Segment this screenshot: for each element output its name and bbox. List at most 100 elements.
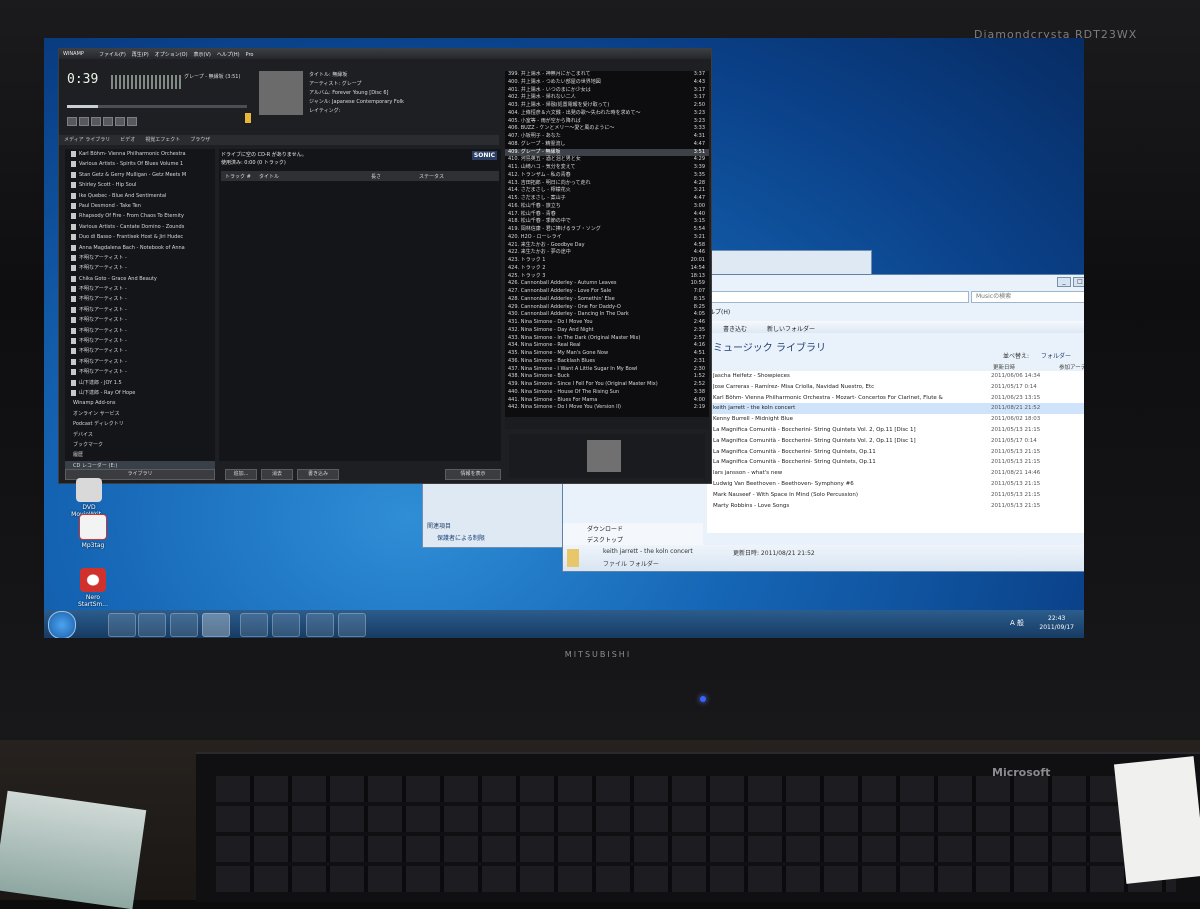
library-tab[interactable]: メディア ライブラリ [59, 135, 115, 144]
column-track-number[interactable]: トラック # [225, 173, 251, 180]
folder-row[interactable]: La Magnifica Comunità - Boccherini- Stri… [707, 425, 1084, 436]
library-tree-item[interactable]: ブックマーク [65, 440, 215, 450]
next-button[interactable] [115, 117, 125, 126]
column-status[interactable]: ステータス [419, 173, 444, 180]
ime-indicator[interactable]: A 般 [1010, 618, 1024, 628]
playlist-row[interactable]: 434. Nina Simone - Real Real 4:16 [505, 342, 709, 350]
folder-row[interactable]: La Magnifica Comunità - Boccherini- Stri… [707, 436, 1084, 447]
nav-item[interactable]: ダウンロード [563, 523, 703, 534]
playlist-row[interactable]: 433. Nina Simone - In The Dark (Original… [505, 335, 709, 343]
library-tree-item[interactable]: Rhapsody Of Fire - From Chaos To Eternit… [65, 211, 215, 221]
column-header-artist[interactable]: 参加アーティ [1059, 363, 1084, 371]
desktop-icon-dvd-moviewriter[interactable]: DVD MovieWrit... [66, 478, 112, 518]
library-tree-item[interactable]: 不明なアーティスト - [65, 346, 215, 356]
playlist-row[interactable]: 412. トランザム - 私の青春 3:35 [505, 172, 709, 180]
winamp-window[interactable]: WINAMP ファイル(F) 再生(P) オプション(O) 表示(V) ヘルプ(H) Pr… [58, 48, 712, 484]
folder-row[interactable]: lars jansson - what's new 2011/08/21 14:4… [707, 468, 1084, 479]
new-folder-button[interactable]: 新しいフォルダー [767, 324, 815, 333]
library-tree-item[interactable]: Podcast ディレクトリ [65, 419, 215, 429]
show-info-button[interactable]: 情報を表示 [445, 469, 501, 480]
add-button[interactable]: 追加... [225, 469, 257, 480]
burn-button[interactable]: 書き込む [723, 324, 747, 333]
playlist-row[interactable]: 442. Nina Simone - Do I Move You (Versio… [505, 404, 709, 412]
pause-button[interactable] [91, 117, 101, 126]
explorer-folder-icon[interactable] [138, 613, 166, 637]
playlist-row[interactable]: 424. トラック 2 14:54 [505, 265, 709, 273]
clear-button[interactable]: 消去 [261, 469, 293, 480]
burn-cd-button[interactable]: 書き込み [297, 469, 339, 480]
playlist-row[interactable]: 440. Nina Simone - House Of The Rising S… [505, 389, 709, 397]
winamp-titlebar[interactable]: WINAMP ファイル(F) 再生(P) オプション(O) 表示(V) ヘルプ(H) Pr… [59, 49, 711, 59]
playlist-row[interactable]: 436. Nina Simone - Backlash Blues 2:31 [505, 358, 709, 366]
playlist-row[interactable]: 399. 井上陽水 - 神無月にかこまれて 3:37 [505, 71, 709, 79]
playlist-row[interactable]: 441. Nina Simone - Blues For Mama 4:00 [505, 397, 709, 405]
start-button[interactable] [48, 611, 76, 638]
library-tree-item[interactable]: Paul Desmond - Take Ten [65, 201, 215, 211]
internet-explorer-icon[interactable] [108, 613, 136, 637]
library-tree-item[interactable]: Chika Goto - Grace And Beauty [65, 274, 215, 284]
playlist-row[interactable]: 420. H2O - ローレライ 3:21 [505, 234, 709, 242]
playlist-row[interactable]: 428. Cannonball Adderley - Somethin' Els… [505, 296, 709, 304]
library-tree-item[interactable]: Shirley Scott - Hip Soul [65, 180, 215, 190]
play-button[interactable] [79, 117, 89, 126]
column-length[interactable]: 長さ [371, 173, 381, 180]
library-tab[interactable]: ブラウザ [185, 135, 215, 144]
playlist-row[interactable]: 414. さだまさし - 檸檬花火 3:21 [505, 187, 709, 195]
address-bar[interactable]: Music [683, 291, 969, 303]
playlist-row[interactable]: 425. トラック 3 18:13 [505, 273, 709, 281]
playlist-row[interactable]: 431. Nina Simone - Do I Move You 2:46 [505, 319, 709, 327]
library-tree-item[interactable]: 不明なアーティスト - [65, 367, 215, 377]
eject-button[interactable] [127, 117, 137, 126]
desktop-icon-mp3tag[interactable]: Mp3tag [70, 514, 116, 549]
library-tree-item[interactable]: Duo di Basso - Frantisek Host & Jiri Hud… [65, 232, 215, 242]
folder-row[interactable]: La Magnifica Comunità - Boccherini- Stri… [707, 447, 1084, 458]
library-tree-item[interactable]: オンライン サービス [65, 409, 215, 419]
playlist-row[interactable]: 419. 岡林信康 - 君に捧げるラブ・ソング 5:54 [505, 226, 709, 234]
library-tree-item[interactable]: Karl Böhm- Vienna Philharmonic Orchestra [65, 149, 215, 159]
folder-row[interactable]: keith jarrett - the koln concert 2011/08/… [707, 403, 1084, 415]
playlist-row[interactable]: 406. BUZZ - ケンとメリー～愛と風のように～ 3:33 [505, 125, 709, 133]
library-tree-item[interactable]: 不明なアーティスト - [65, 284, 215, 294]
playlist-row[interactable]: 410. 河島英五 - 酒と泪と男と女 4:29 [505, 156, 709, 164]
playlist-row[interactable]: 402. 井上陽水 - 帰れない二人 3:17 [505, 94, 709, 102]
playlist-row[interactable]: 411. 山崎ハコ - 気分を変えて 3:39 [505, 164, 709, 172]
seek-bar[interactable] [67, 105, 247, 108]
playlist-row[interactable]: 423. トラック 1 20:01 [505, 257, 709, 265]
folder-row[interactable]: Marty Robbins - Love Songs 2011/05/13 21:… [707, 501, 1084, 512]
winamp-menu-item[interactable]: 表示(V) [194, 52, 211, 58]
playlist-row[interactable]: 418. 松山千春 - 季節の中で 3:15 [505, 218, 709, 226]
desktop-icon-nero[interactable]: Nero StartSm... [70, 568, 116, 608]
library-tree-item[interactable]: Stan Getz & Gerry Mulligan - Getz Meets … [65, 170, 215, 180]
library-tree-item[interactable]: 山下達郎 - JOY 1.5 [65, 378, 215, 388]
playlist-row[interactable]: 427. Cannonball Adderley - Love For Sale… [505, 288, 709, 296]
winamp-menu-item[interactable]: 再生(P) [132, 52, 149, 58]
playlist-row[interactable]: 415. さだまさし - 案山子 4:47 [505, 195, 709, 203]
folder-row[interactable]: Ludwig Van Beethoven - Beethoven- Sympho… [707, 479, 1084, 490]
folder-row[interactable]: La Magnifica Comunità - Boccherini- Stri… [707, 457, 1084, 468]
winamp-menu-item[interactable]: ファイル(F) [99, 52, 126, 58]
winamp-menu-item[interactable]: ヘルプ(H) [217, 52, 240, 58]
library-tree-item[interactable]: 履歴 [65, 450, 215, 460]
folder-row[interactable]: Jascha Heifetz - Showpieces 2011/06/06 14… [707, 371, 1084, 382]
playlist-row[interactable]: 430. Cannonball Adderley - Dancing In Th… [505, 311, 709, 319]
library-tab[interactable]: 視覚エフェクト [140, 135, 185, 144]
library-tree-item[interactable]: 不明なアーティスト - [65, 336, 215, 346]
folder-row[interactable]: Kenny Burrell - Midnight Blue 2011/06/02 … [707, 414, 1084, 425]
playlist-row[interactable]: 435. Nina Simone - My Man's Gone Now 4:51 [505, 350, 709, 358]
lightning-icon[interactable] [245, 113, 251, 123]
library-tree-item[interactable]: 山下達郎 - Ray Of Hope [65, 388, 215, 398]
library-tree-item[interactable]: 不明なアーティスト - [65, 263, 215, 273]
library-tree-item[interactable]: 不明なアーティスト - [65, 326, 215, 336]
sort-dropdown[interactable]: フォルダー [1041, 351, 1071, 360]
winamp-taskbar-icon[interactable] [202, 613, 230, 637]
playlist-row[interactable]: 403. 井上陽水 - 帰融(処置電報を受け取って) 2:50 [505, 102, 709, 110]
library-tab[interactable]: ビデオ [115, 135, 140, 144]
control-panel-icon[interactable] [338, 613, 366, 637]
library-tree-item[interactable]: Ike Quebec - Blue And Sentimental [65, 191, 215, 201]
playlist-row[interactable]: 416. 松山千春 - 旅立ち 3:00 [505, 203, 709, 211]
library-tree-item[interactable]: デバイス [65, 430, 215, 440]
previous-button[interactable] [67, 117, 77, 126]
network-app-icon[interactable] [272, 613, 300, 637]
playlist-row[interactable]: 437. Nina Simone - I Want A Little Sugar… [505, 366, 709, 374]
sync-app-icon[interactable] [306, 613, 334, 637]
